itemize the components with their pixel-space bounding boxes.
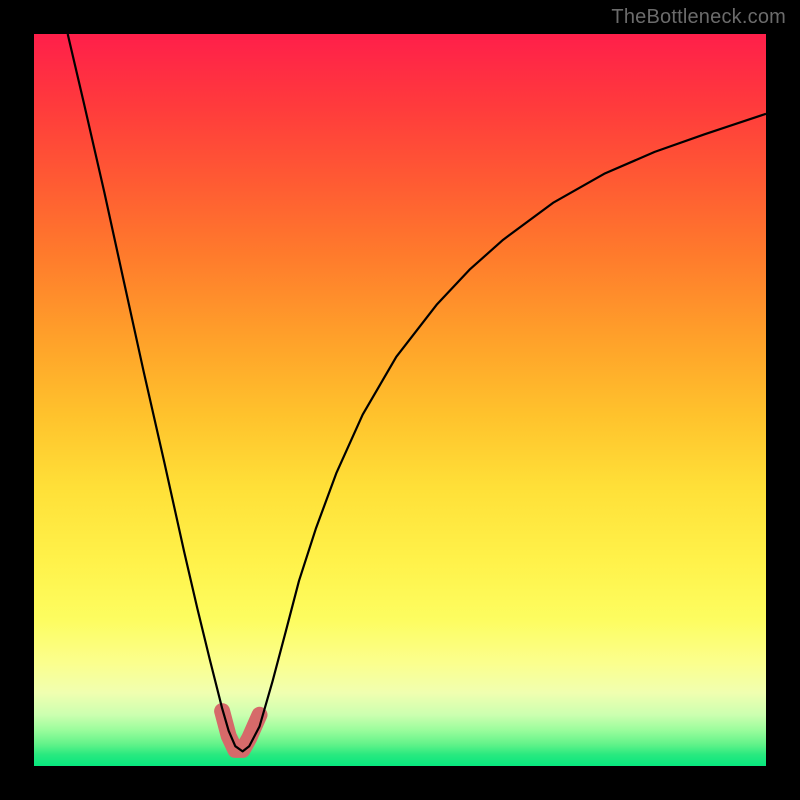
chart-frame: TheBottleneck.com — [0, 0, 800, 800]
chart-svg — [34, 34, 766, 766]
watermark-text: TheBottleneck.com — [611, 6, 786, 29]
main-curve-path — [68, 34, 766, 751]
plot-area — [34, 34, 766, 766]
